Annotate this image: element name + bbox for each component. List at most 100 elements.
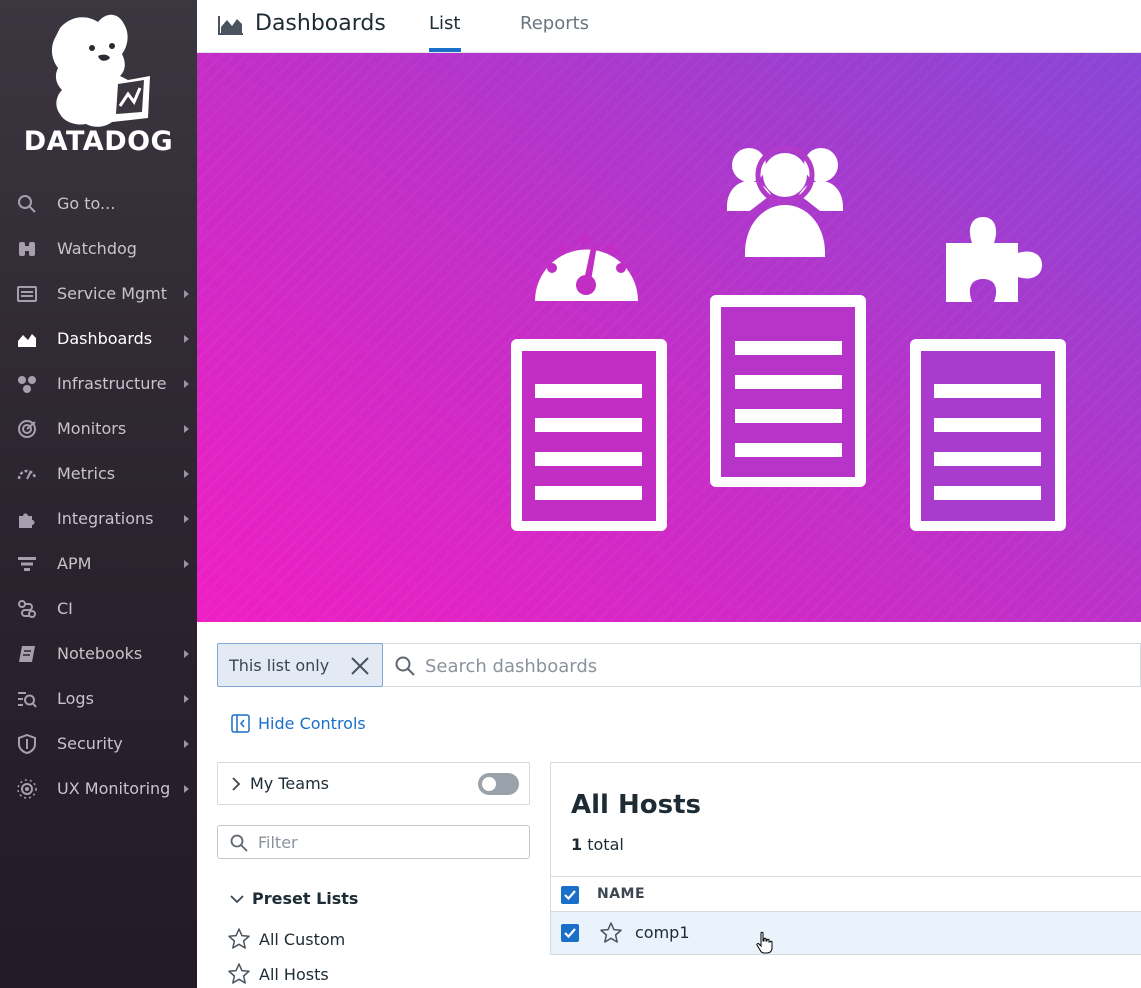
filter-input[interactable] [258,830,518,854]
area-chart-icon [16,328,38,350]
toggle-knob [482,777,496,791]
sidebar-item-logs[interactable]: Logs [0,676,197,721]
sidebar-item-label: UX Monitoring [57,779,171,798]
sidebar-item-monitors[interactable]: Monitors [0,406,197,451]
sidebar: DATADOG Go to... Watchdog Service Mgmt D… [0,0,197,988]
filter-box [217,825,530,859]
filter-chip[interactable]: This list only [217,643,383,687]
preset-item-all-custom[interactable]: All Custom [227,927,345,951]
chevron-right-icon [184,335,189,343]
sidebar-item-label: Notebooks [57,644,143,663]
collapse-panel-icon [231,714,250,733]
apm-bars-icon [16,553,38,575]
sidebar-item-notebooks[interactable]: Notebooks [0,631,197,676]
dashboard-illustration [511,145,1066,531]
sidebar-item-ux-monitoring[interactable]: UX Monitoring [0,766,197,811]
chevron-right-icon [184,470,189,478]
sidebar-item-integrations[interactable]: Integrations [0,496,197,541]
preset-item-all-hosts[interactable]: All Hosts [227,962,329,986]
sidebar-item-metrics[interactable]: Metrics [0,451,197,496]
preset-item-label: All Hosts [259,964,329,984]
sidebar-item-label: Monitors [57,419,127,438]
sidebar-item-service-mgmt[interactable]: Service Mgmt [0,271,197,316]
hero-banner [197,53,1141,622]
filter-chip-label: This list only [229,655,330,675]
list-count-number: 1 [571,835,583,854]
list-count-suffix: total [587,835,624,854]
column-header-name[interactable]: NAME [597,886,645,902]
close-icon[interactable] [350,656,370,676]
shield-icon [16,733,38,755]
sidebar-item-infrastructure[interactable]: Infrastructure [0,361,197,406]
checkmark-icon [564,890,576,901]
puzzle-icon [16,508,38,530]
sidebar-item-label: Dashboards [57,329,153,348]
hide-controls-label: Hide Controls [258,714,366,733]
sidebar-item-label: Metrics [57,464,116,483]
star-icon [228,963,250,984]
puzzle-icon [946,217,1042,302]
list-count: 1 total [571,835,624,854]
chevron-right-icon [184,425,189,433]
my-teams-label: My Teams [250,774,329,793]
logo-wordmark: DATADOG [23,126,174,157]
hexagons-icon [16,373,38,395]
chevron-right-icon [184,560,189,568]
sidebar-item-label: CI [57,599,73,618]
preset-item-label: All Custom [259,929,346,949]
document-icon-1 [511,339,667,531]
table-row[interactable]: comp1 [551,912,1141,954]
chevron-right-icon [184,785,189,793]
tab-list[interactable]: List [429,13,460,34]
sidebar-item-label: Logs [57,689,94,708]
mouse-cursor-icon [756,931,773,954]
users-icon [727,145,843,257]
sidebar-item-label: Go to... [57,194,116,213]
document-icon-3 [910,339,1066,531]
chevron-right-icon [232,776,241,791]
hide-controls-button[interactable]: Hide Controls [231,714,366,733]
checkmark-icon [564,928,576,939]
sidebar-item-goto[interactable]: Go to... [0,181,197,226]
chevron-right-icon [184,515,189,523]
document-icon-2 [710,295,866,487]
service-list-icon [16,283,38,305]
chevron-down-icon [230,894,244,903]
chevron-right-icon [184,740,189,748]
chevron-right-icon [184,290,189,298]
pipeline-icon [16,598,38,620]
sidebar-item-security[interactable]: Security [0,721,197,766]
sidebar-item-label: Infrastructure [57,374,167,393]
gauge-icon [16,463,38,485]
notebook-icon [16,643,38,665]
chevron-right-icon [184,380,189,388]
search-icon [230,834,248,852]
preset-lists-heading[interactable]: Preset Lists [230,889,358,908]
star-icon[interactable] [599,921,623,945]
my-teams-section[interactable]: My Teams [217,762,530,805]
row-dashboard-name[interactable]: comp1 [635,923,690,942]
search-icon [16,193,38,215]
row-checkbox[interactable] [561,924,579,942]
search-input[interactable] [425,652,1105,680]
sidebar-item-apm[interactable]: APM [0,541,197,586]
sidebar-item-label: Watchdog [57,239,137,258]
chevron-right-icon [184,650,189,658]
sidebar-item-ci[interactable]: CI [0,586,197,631]
page-title: Dashboards [255,11,386,36]
select-all-checkbox[interactable] [561,886,579,904]
my-teams-toggle[interactable] [478,773,519,795]
tab-reports[interactable]: Reports [520,13,589,34]
sidebar-item-dashboards[interactable]: Dashboards [0,316,197,361]
preset-lists-label: Preset Lists [252,889,359,908]
sidebar-item-label: APM [57,554,92,573]
radar-icon [16,418,38,440]
sidebar-item-label: Service Mgmt [57,284,168,303]
top-bar: Dashboards List Reports [197,0,1141,53]
area-chart-icon [218,16,243,35]
sidebar-item-watchdog[interactable]: Watchdog [0,226,197,271]
search-bar [383,643,1141,687]
table-header: NAME [551,876,1141,912]
search-icon [395,656,415,676]
active-tab-indicator [429,48,461,52]
